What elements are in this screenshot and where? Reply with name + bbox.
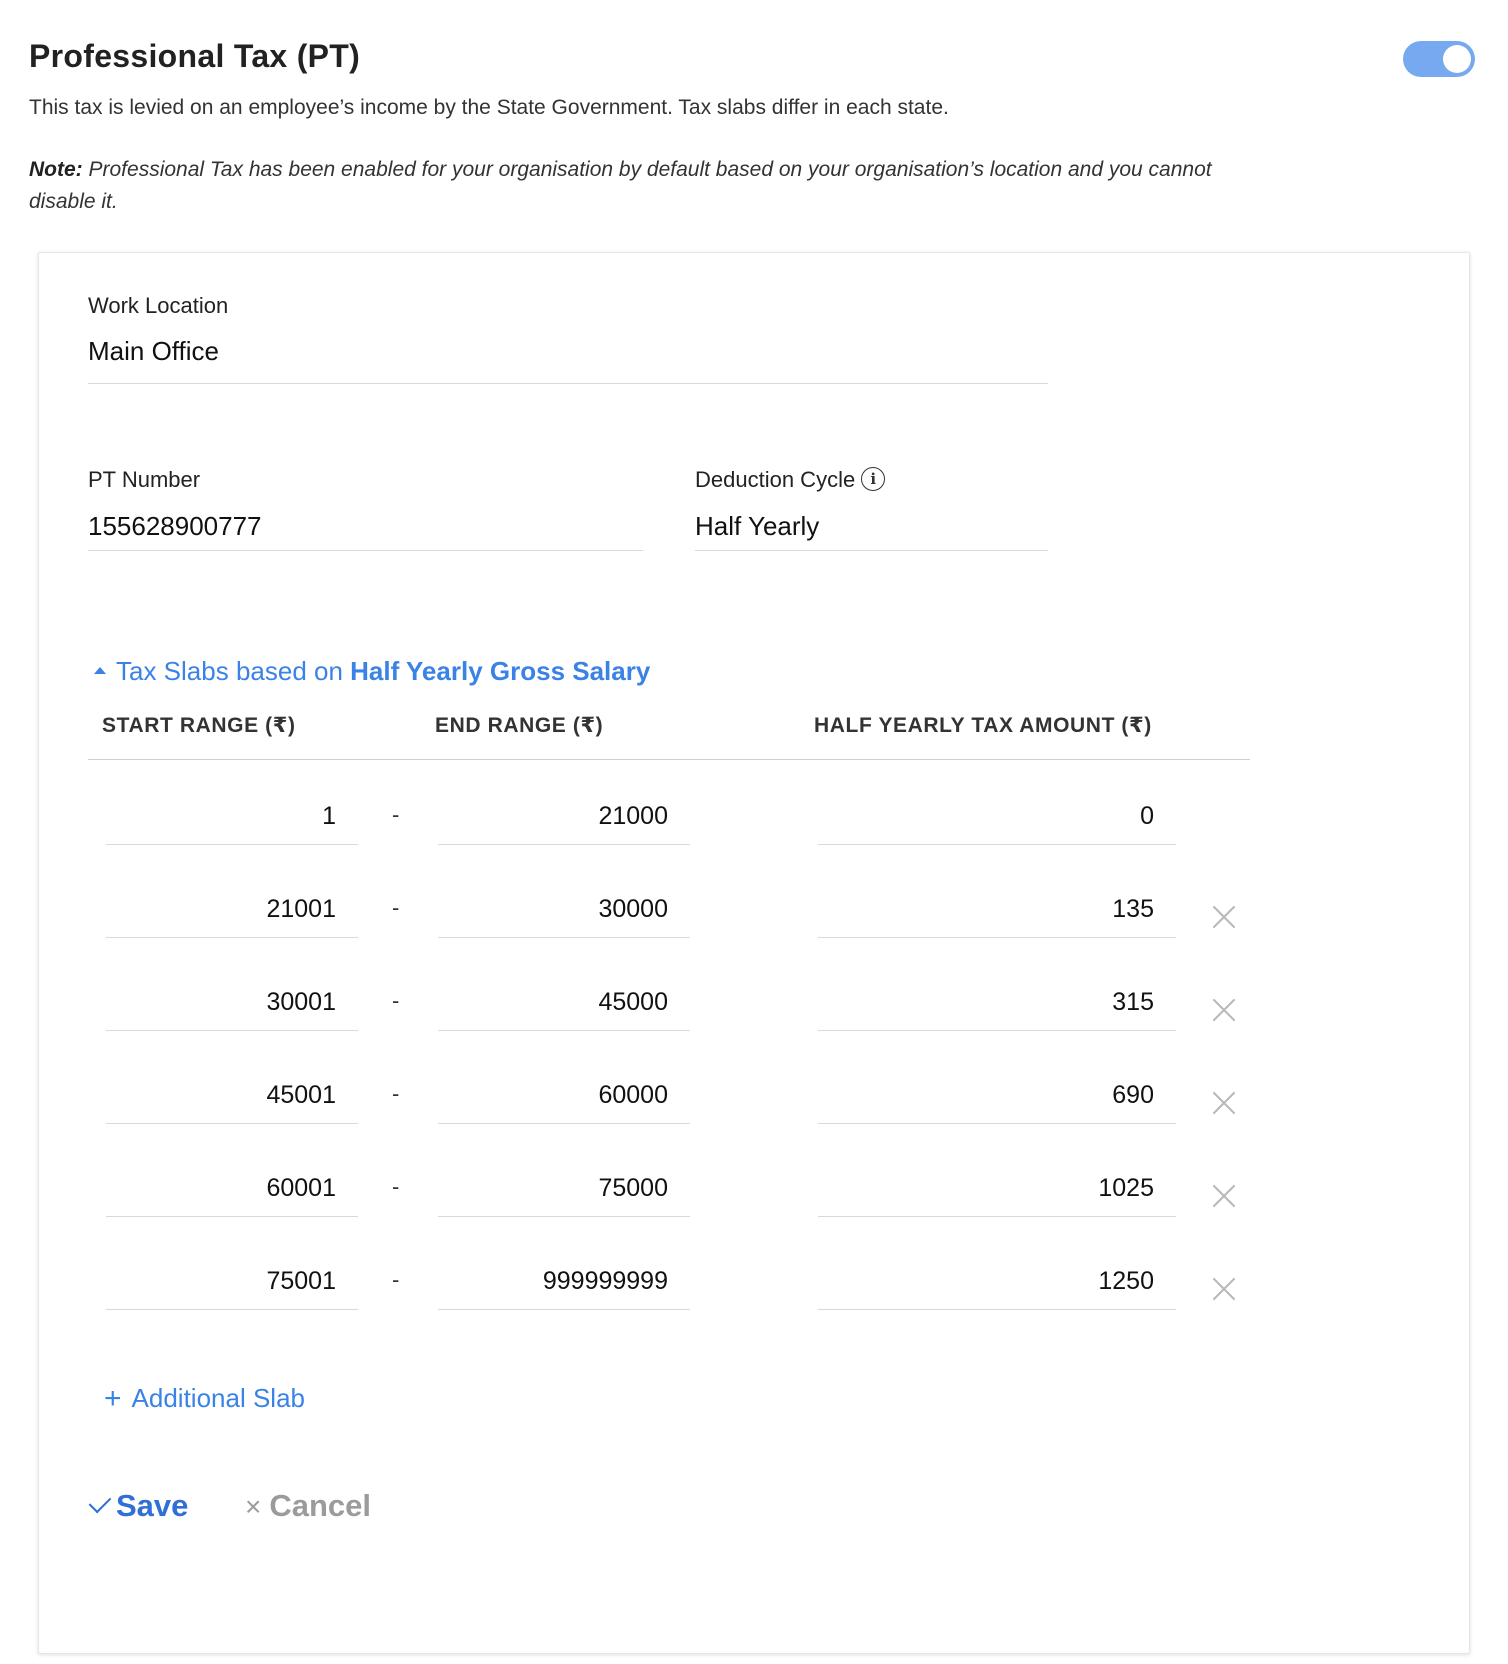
start-range-underline [106,937,358,938]
pt-settings-card [38,252,1470,1654]
save-label: Save [116,1488,189,1523]
start-range-input[interactable]: 21001 [106,895,336,924]
pt-number-input[interactable]: 155628900777 [88,511,638,547]
start-range-underline [106,1309,358,1310]
end-range-input[interactable]: 75000 [438,1174,668,1203]
end-range-input[interactable]: 21000 [438,802,668,831]
remove-slab-icon[interactable] [1211,997,1237,1023]
start-range-input[interactable]: 1 [106,802,336,831]
pt-number-label: PT Number [88,467,201,492]
tax-amount-input[interactable]: 1025 [818,1174,1154,1203]
end-range-underline [438,1030,690,1031]
tax-amount-underline [818,1309,1176,1310]
start-range-underline [106,844,358,845]
remove-slab-icon[interactable] [1211,1183,1237,1209]
end-range-underline [438,1123,690,1124]
deduction-cycle-label: Deduction Cycle [695,467,856,492]
professional-tax-toggle[interactable] [1403,41,1475,77]
remove-slab-icon[interactable] [1211,904,1237,930]
note-text: Note: Professional Tax has been enabled … [29,154,1229,218]
deduction-cycle-underline [695,550,1048,551]
tax-amount-input[interactable]: 1250 [818,1267,1154,1296]
start-range-input[interactable]: 75001 [106,1267,336,1296]
tax-slabs-prefix: Tax Slabs based on [116,656,351,686]
save-button[interactable]: Save [88,1488,188,1524]
table-header-divider [88,759,1250,760]
pt-number-underline [88,550,643,551]
range-separator: - [392,1081,400,1106]
end-range-underline [438,937,690,938]
remove-slab-icon[interactable] [1211,1276,1237,1302]
end-range-underline [438,1309,690,1310]
work-location-value: Main Office [88,336,220,366]
note-body: Professional Tax has been enabled for yo… [29,158,1212,213]
plus-icon: + [104,1382,122,1415]
column-header-start-range: START RANGE (₹) [102,714,296,737]
end-range-underline [438,1216,690,1217]
end-range-input[interactable]: 30000 [438,895,668,924]
deduction-cycle-value: Half Yearly [695,511,820,541]
tax-amount-input[interactable]: 0 [818,802,1154,831]
cancel-button[interactable]: × Cancel [245,1488,371,1524]
tax-slabs-basis: Half Yearly Gross Salary [350,656,651,686]
add-slab-button[interactable]: + Additional Slab [104,1381,305,1415]
work-location-label: Work Location [88,293,229,318]
caret-up-icon [94,666,106,674]
note-label: Note: [29,158,83,181]
end-range-input[interactable]: 60000 [438,1081,668,1110]
tax-amount-underline [818,1123,1176,1124]
start-range-underline [106,1216,358,1217]
page-title: Professional Tax (PT) [29,38,361,74]
tax-amount-input[interactable]: 690 [818,1081,1154,1110]
tax-amount-underline [818,937,1176,938]
page-description: This tax is levied on an employee’s inco… [29,96,949,119]
tax-amount-input[interactable]: 135 [818,895,1154,924]
end-range-input[interactable]: 45000 [438,988,668,1017]
tax-amount-underline [818,1030,1176,1031]
remove-slab-icon[interactable] [1211,1090,1237,1116]
start-range-input[interactable]: 60001 [106,1174,336,1203]
tax-amount-underline [818,1216,1176,1217]
work-location-underline [88,383,1048,384]
deduction-cycle-label-row: Deduction Cycle i [695,467,886,493]
range-separator: - [392,988,400,1013]
tax-amount-underline [818,844,1176,845]
start-range-underline [106,1123,358,1124]
tax-slabs-collapse-toggle[interactable]: Tax Slabs based on Half Yearly Gross Sal… [94,656,650,687]
toggle-knob [1443,45,1471,73]
close-icon: × [245,1491,262,1522]
start-range-input[interactable]: 30001 [106,988,336,1017]
range-separator: - [392,802,400,827]
range-separator: - [392,895,400,920]
range-separator: - [392,1267,400,1292]
cancel-label: Cancel [269,1488,372,1523]
check-icon [88,1490,112,1514]
add-slab-label: Additional Slab [131,1383,305,1413]
end-range-underline [438,844,690,845]
start-range-input[interactable]: 45001 [106,1081,336,1110]
range-separator: - [392,1174,400,1199]
column-header-tax-amount: HALF YEARLY TAX AMOUNT (₹) [814,714,1152,737]
start-range-underline [106,1030,358,1031]
tax-amount-input[interactable]: 315 [818,988,1154,1017]
end-range-input[interactable]: 999999999 [438,1267,668,1296]
info-icon[interactable]: i [861,467,886,492]
column-header-end-range: END RANGE (₹) [435,714,604,737]
